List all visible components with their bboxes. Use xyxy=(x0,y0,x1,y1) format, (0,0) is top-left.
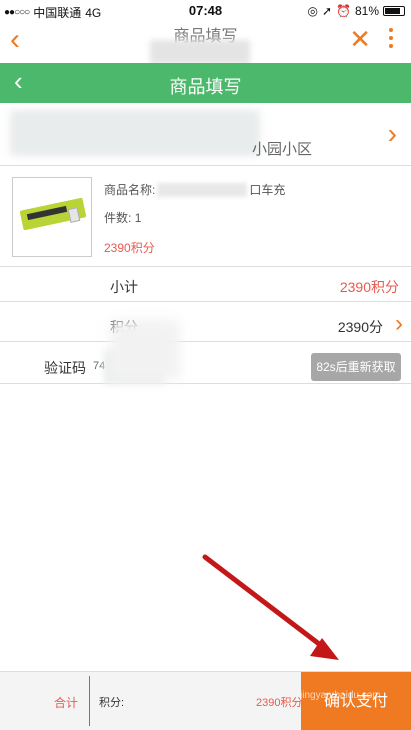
verification-label: 验证码 xyxy=(44,360,86,376)
navigation-icon: ➚ xyxy=(321,4,333,18)
subtotal-label: 小计 xyxy=(110,279,138,295)
product-item: 商品名称: 口车充 件数: 1 2390积分 xyxy=(0,167,411,267)
blurred-product-name xyxy=(157,182,248,197)
page-header: ‹ 商品填写 xyxy=(0,63,411,103)
quantity-label: 件数: xyxy=(104,211,132,225)
blurred-address xyxy=(10,110,260,156)
location-icon: ◎ xyxy=(307,4,318,18)
resend-code-button[interactable]: 82s后重新获取 xyxy=(311,353,401,381)
subtotal-row: 小计 2390积分 xyxy=(0,268,411,302)
battery-icon xyxy=(383,6,405,16)
close-icon[interactable]: ✕ xyxy=(349,26,371,52)
status-right: ◎ ➚ ⏰ 81% xyxy=(307,4,405,18)
product-name-suffix: 口车充 xyxy=(249,183,286,197)
confirm-pay-button[interactable]: 确认支付 xyxy=(301,672,411,730)
product-name-prefix: 商品名称: xyxy=(104,183,156,197)
points-row[interactable]: 积分 2390分 › xyxy=(0,308,411,342)
quantity-value: 1 xyxy=(134,211,142,225)
alarm-icon: ⏰ xyxy=(336,4,351,18)
divider xyxy=(89,676,90,726)
product-name: 商品名称: 口车充 xyxy=(104,181,285,198)
page-title: 商品填写 xyxy=(169,77,242,97)
product-points: 2390积分 xyxy=(104,241,155,255)
blurred-region xyxy=(110,320,180,380)
product-quantity: 件数: 1 xyxy=(104,209,141,226)
kebab-menu-icon[interactable] xyxy=(389,28,395,48)
status-bar: ●●○○○ 中国联通 4G 07:48 ◎ ➚ ⏰ 81% xyxy=(0,0,411,22)
watermark: jingyan.baidu.com xyxy=(300,690,381,701)
total-points-label: 积分: xyxy=(99,697,125,709)
address-row[interactable]: 小园小区 › xyxy=(0,104,411,166)
subtotal-value: 2390积分 xyxy=(339,279,399,295)
verification-row: 验证码 74 82s后重新获取 xyxy=(0,350,411,384)
blurred-region xyxy=(150,40,250,64)
battery-percent: 81% xyxy=(354,4,379,18)
points-value: 2390分 xyxy=(337,319,383,335)
product-image xyxy=(12,177,92,257)
address-text: 小园小区 xyxy=(252,141,313,158)
chevron-right-icon: › xyxy=(395,310,403,337)
chevron-right-icon: › xyxy=(387,118,397,149)
total-points-value: 2390积分 xyxy=(256,697,303,709)
total-label: 合计 xyxy=(54,696,79,710)
browser-bar: ‹ 商品填写 ✕ xyxy=(0,22,411,64)
